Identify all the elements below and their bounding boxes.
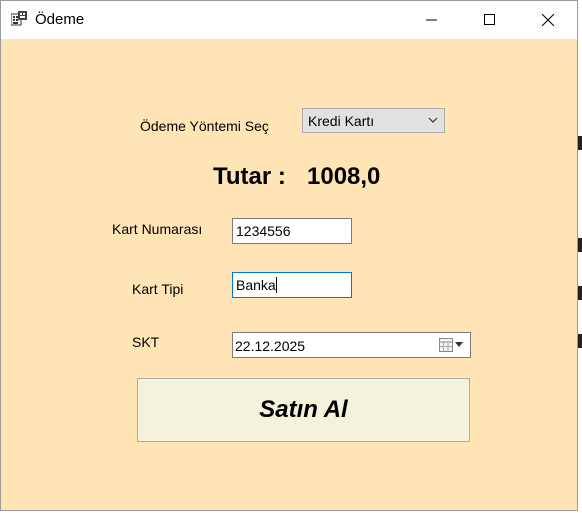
- card-number-label: Kart Numarası: [112, 221, 203, 237]
- amount-value: 1008,0: [307, 163, 381, 190]
- background-window-edge: [578, 0, 582, 513]
- maximize-icon: [484, 14, 495, 25]
- expiry-value: 22.12.2025: [235, 338, 306, 354]
- chevron-down-icon: [428, 117, 438, 123]
- card-type-input[interactable]: Banka: [232, 272, 352, 298]
- close-button[interactable]: [519, 1, 577, 39]
- card-number-input[interactable]: 1234556: [232, 218, 352, 244]
- payment-method-label: Ödeme Yöntemi Seç: [140, 118, 269, 134]
- maximize-button[interactable]: [461, 1, 519, 39]
- card-type-value: Banka: [236, 277, 276, 293]
- buy-button[interactable]: Satın Al: [137, 378, 470, 442]
- card-number-value: 1234556: [236, 223, 291, 239]
- minimize-icon: [426, 19, 437, 21]
- minimize-button[interactable]: [403, 1, 461, 39]
- background-fragment: [578, 334, 582, 348]
- close-icon: [542, 14, 554, 26]
- background-fragment: [578, 136, 582, 150]
- background-fragment: [578, 238, 582, 252]
- calendar-icon[interactable]: [439, 338, 467, 352]
- payment-method-value: Kredi Kartı: [308, 113, 375, 129]
- payment-method-dropdown[interactable]: Kredi Kartı: [302, 108, 445, 133]
- buy-button-label: Satın Al: [259, 396, 348, 423]
- text-caret: [275, 277, 277, 293]
- card-type-label: Kart Tipi: [132, 281, 184, 297]
- title-bar[interactable]: Ödeme: [1, 1, 577, 39]
- expiry-label: SKT: [132, 334, 160, 350]
- amount-label: Tutar :: [213, 163, 286, 190]
- expiry-date-picker[interactable]: 22.12.2025: [232, 332, 471, 358]
- window-title: Ödeme: [35, 11, 85, 28]
- background-fragment: [578, 286, 582, 300]
- app-icon: [10, 11, 28, 28]
- payment-window: Ödeme Ödeme Yöntemi Seç Kredi Kartı Tuta…: [0, 0, 578, 511]
